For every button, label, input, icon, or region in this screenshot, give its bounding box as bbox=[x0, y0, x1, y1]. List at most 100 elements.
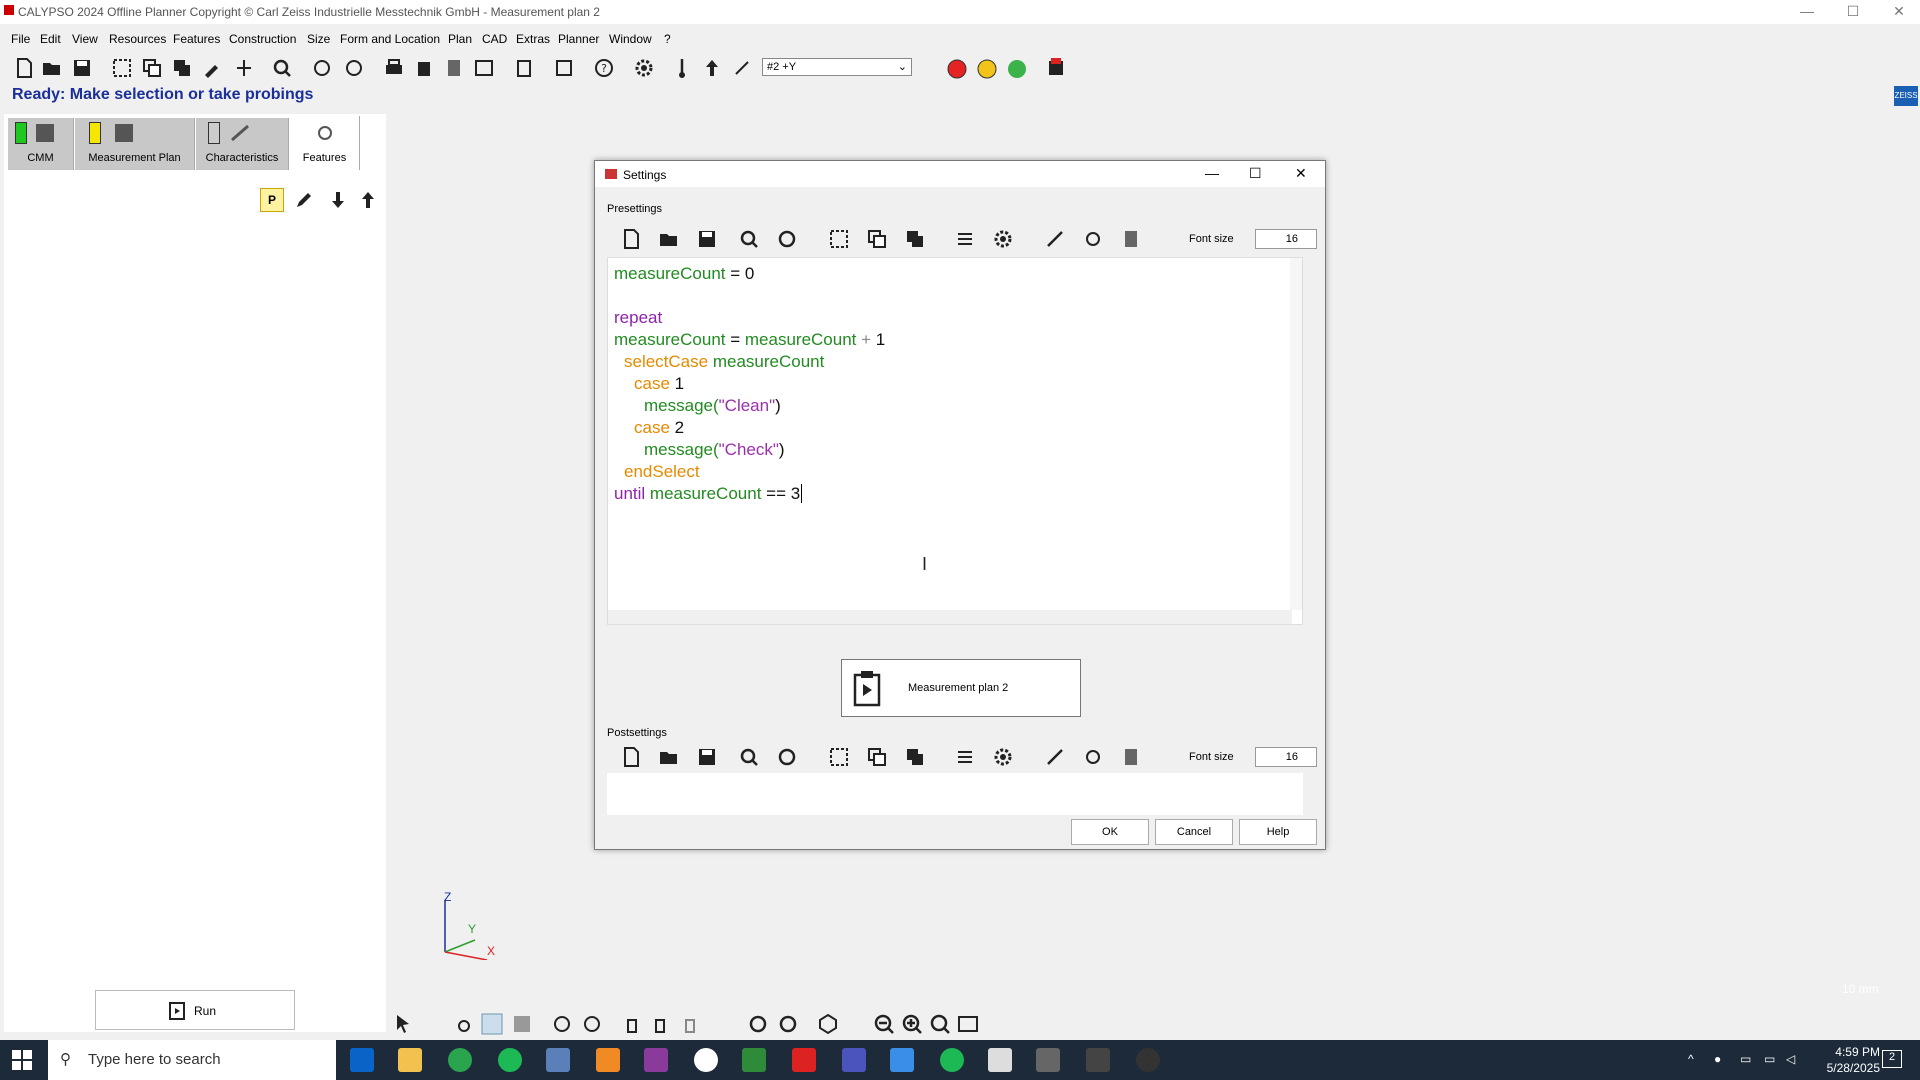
save-icon[interactable] bbox=[70, 56, 94, 80]
excel-icon[interactable] bbox=[742, 1048, 766, 1072]
gear-icon[interactable] bbox=[991, 227, 1015, 251]
menu-form-location[interactable]: Form and Location bbox=[340, 32, 440, 46]
gear-icon[interactable] bbox=[991, 745, 1015, 769]
table-icon[interactable] bbox=[472, 56, 496, 80]
zeiss-logo-icon[interactable]: ZEISS bbox=[1894, 86, 1918, 106]
tab-measurement-plan[interactable]: Measurement Plan bbox=[75, 118, 195, 170]
editor-horizontal-scrollbar[interactable] bbox=[608, 610, 1292, 624]
view-mode-icon[interactable] bbox=[452, 1012, 476, 1036]
select-all-icon[interactable] bbox=[827, 745, 851, 769]
features-view-icon[interactable] bbox=[480, 1012, 504, 1036]
save-icon[interactable] bbox=[695, 227, 719, 251]
replace-icon[interactable] bbox=[775, 227, 799, 251]
menu-help[interactable]: ? bbox=[664, 32, 671, 46]
new-file-icon[interactable] bbox=[12, 56, 36, 80]
coordinate-system-select[interactable]: #2 +Y ⌄ bbox=[762, 58, 912, 76]
transform-icon[interactable] bbox=[232, 56, 256, 80]
fit-view-icon[interactable] bbox=[956, 1012, 980, 1036]
select-all-icon[interactable] bbox=[827, 227, 851, 251]
spotify2-icon[interactable] bbox=[940, 1048, 964, 1072]
presettings-code-editor[interactable]: measureCount = 0 repeat measureCount = m… bbox=[607, 257, 1303, 625]
zoom-out-icon[interactable] bbox=[872, 1012, 896, 1036]
font-size-spinner[interactable]: 16 bbox=[1255, 229, 1317, 249]
network-icon[interactable]: ▭ bbox=[1764, 1052, 1775, 1066]
menu-file[interactable]: File bbox=[11, 32, 30, 46]
menu-planner[interactable]: Planner bbox=[558, 32, 599, 46]
list-icon[interactable] bbox=[953, 227, 977, 251]
browser-icon[interactable] bbox=[890, 1048, 914, 1072]
arrow-up-small-icon[interactable] bbox=[356, 188, 380, 212]
arrow-up-icon[interactable] bbox=[700, 56, 724, 80]
battery-icon[interactable]: ▭ bbox=[1740, 1052, 1751, 1066]
open-icon[interactable] bbox=[657, 745, 681, 769]
taskbar-search-box[interactable]: ⚲ Type here to search bbox=[48, 1040, 336, 1080]
rotate-left-icon[interactable] bbox=[550, 1012, 574, 1036]
clock[interactable]: 4:59 PM 5/28/2025 bbox=[1827, 1044, 1880, 1076]
help-button[interactable]: Help bbox=[1239, 819, 1317, 845]
cancel-button[interactable]: Cancel bbox=[1155, 819, 1233, 845]
graphic-icon[interactable] bbox=[552, 56, 576, 80]
calculator-icon[interactable] bbox=[546, 1048, 570, 1072]
search-app-icon[interactable] bbox=[694, 1048, 718, 1072]
app-icon[interactable] bbox=[596, 1048, 620, 1072]
red-app-icon[interactable] bbox=[792, 1048, 816, 1072]
probe-move-icon[interactable] bbox=[730, 56, 754, 80]
pointer-icon[interactable] bbox=[392, 1012, 416, 1036]
measurement-plan-button[interactable]: Measurement plan 2 bbox=[841, 659, 1081, 717]
search-icon[interactable] bbox=[737, 227, 761, 251]
menu-features[interactable]: Features bbox=[173, 32, 220, 46]
select-area-icon[interactable] bbox=[110, 56, 134, 80]
menu-view[interactable]: View bbox=[72, 32, 98, 46]
paste-icon[interactable] bbox=[903, 227, 927, 251]
dialog-minimize-button[interactable]: — bbox=[1205, 165, 1219, 181]
chevron-up-icon[interactable]: ^ bbox=[1688, 1052, 1694, 1066]
menu-edit[interactable]: Edit bbox=[40, 32, 61, 46]
tab-features[interactable]: Features bbox=[290, 116, 360, 170]
menu-window[interactable]: Window bbox=[609, 32, 652, 46]
windows-start-icon[interactable] bbox=[12, 1050, 32, 1070]
postsettings-code-editor[interactable] bbox=[607, 773, 1303, 815]
run-button[interactable]: Run bbox=[95, 990, 295, 1030]
stop-icon[interactable] bbox=[1044, 56, 1068, 80]
paste-icon[interactable] bbox=[903, 745, 927, 769]
new-icon[interactable] bbox=[619, 227, 643, 251]
copy-icon[interactable] bbox=[140, 56, 164, 80]
print-icon[interactable] bbox=[382, 56, 406, 80]
arrow-down-icon[interactable] bbox=[326, 188, 350, 212]
left-scrollbar[interactable] bbox=[372, 216, 382, 976]
report-icon[interactable] bbox=[1119, 745, 1143, 769]
menu-construction[interactable]: Construction bbox=[229, 32, 296, 46]
copy-icon[interactable] bbox=[865, 745, 889, 769]
p-badge-button[interactable]: P bbox=[260, 188, 284, 212]
clipboard-icon[interactable] bbox=[512, 56, 536, 80]
teams-icon[interactable] bbox=[842, 1048, 866, 1072]
zoom-icon[interactable] bbox=[928, 1012, 952, 1036]
menu-plan[interactable]: Plan bbox=[448, 32, 472, 46]
calypso2-taskbar-icon[interactable] bbox=[1086, 1048, 1110, 1072]
minimize-button[interactable]: — bbox=[1784, 0, 1830, 24]
probe-hand-icon[interactable] bbox=[310, 56, 334, 80]
pencil-icon[interactable] bbox=[292, 188, 316, 212]
new-icon[interactable] bbox=[619, 745, 643, 769]
probe-icon[interactable] bbox=[670, 56, 694, 80]
pdf-app-icon[interactable] bbox=[644, 1048, 668, 1072]
probe-hand2-icon[interactable] bbox=[342, 56, 366, 80]
report-icon[interactable] bbox=[1119, 227, 1143, 251]
post-font-size-spinner[interactable]: 16 bbox=[1255, 747, 1317, 767]
feature-icon[interactable] bbox=[1081, 745, 1105, 769]
file-explorer-icon[interactable] bbox=[398, 1048, 422, 1072]
menu-extras[interactable]: Extras bbox=[516, 32, 550, 46]
list-icon[interactable] bbox=[953, 745, 977, 769]
close-button[interactable]: ✕ bbox=[1876, 0, 1920, 24]
notification-center-icon[interactable]: 2 bbox=[1882, 1050, 1902, 1068]
editor-vertical-scrollbar[interactable] bbox=[1290, 258, 1302, 610]
hand-icon[interactable] bbox=[648, 1012, 672, 1036]
search-icon[interactable] bbox=[270, 56, 294, 80]
menu-size[interactable]: Size bbox=[307, 32, 330, 46]
undo-view-icon[interactable] bbox=[776, 1012, 800, 1036]
outlook-icon[interactable] bbox=[350, 1048, 374, 1072]
maximize-button[interactable]: ☐ bbox=[1830, 0, 1876, 24]
save-icon[interactable] bbox=[695, 745, 719, 769]
open-folder-icon[interactable] bbox=[40, 56, 64, 80]
tools-icon[interactable] bbox=[1043, 227, 1067, 251]
